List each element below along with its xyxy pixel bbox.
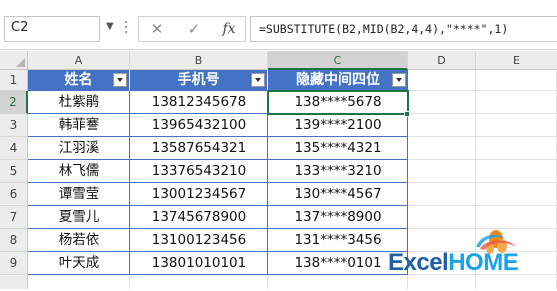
column-header-c[interactable]: C xyxy=(268,51,408,70)
cell-a4[interactable]: 江羽溪 xyxy=(28,137,130,160)
cell-c6[interactable]: 130****4567 xyxy=(268,183,408,206)
column-header-a[interactable]: A xyxy=(28,51,130,70)
column-header-d[interactable]: D xyxy=(408,51,476,70)
cancel-icon[interactable]: ✕ xyxy=(146,18,168,40)
selected-cell-outline xyxy=(267,90,409,115)
cell-b5[interactable]: 13376543210 xyxy=(130,160,268,183)
row-header-8[interactable]: 8 xyxy=(0,229,28,252)
fill-handle[interactable] xyxy=(404,111,410,117)
logo-wordmark: ExcelHOME xyxy=(388,249,519,277)
drag-handle-icon[interactable] xyxy=(124,18,128,40)
name-box-dropdown-icon[interactable]: ▼ xyxy=(106,21,114,32)
row-header-3[interactable]: 3 xyxy=(0,114,28,137)
logo-text-home: HOME xyxy=(448,249,519,276)
filter-dropdown-icon[interactable] xyxy=(113,73,127,87)
cell-a7[interactable]: 夏雪儿 xyxy=(28,206,130,229)
enter-icon[interactable]: ✓ xyxy=(183,18,205,40)
gridline xyxy=(408,205,557,206)
header-cell-phone[interactable]: 手机号 xyxy=(130,70,268,91)
logo-text-excel: Excel xyxy=(388,249,449,276)
insert-function-button[interactable]: fx xyxy=(218,18,240,40)
row-header-6[interactable]: 6 xyxy=(0,183,28,206)
table-border xyxy=(28,136,408,137)
column-header-e[interactable]: E xyxy=(476,51,557,70)
row-header-2[interactable]: 2 xyxy=(0,91,28,114)
cell-b6[interactable]: 13001234567 xyxy=(130,183,268,206)
select-all-button[interactable] xyxy=(0,51,28,70)
row-header-7[interactable]: 7 xyxy=(0,206,28,229)
gridline xyxy=(408,90,557,91)
table-border xyxy=(28,274,408,275)
table-border xyxy=(28,182,408,183)
row-header-4[interactable]: 4 xyxy=(0,137,28,160)
cell-c5[interactable]: 133****3210 xyxy=(268,160,408,183)
gridline xyxy=(267,275,268,289)
table-border xyxy=(267,91,268,275)
cell-b3[interactable]: 13965432100 xyxy=(130,114,268,137)
cell-b2[interactable]: 13812345678 xyxy=(130,91,268,114)
formula-input[interactable]: =SUBSTITUTE(B2,MID(B2,4,4),"****",1) xyxy=(250,16,557,42)
cell-a9[interactable]: 叶天成 xyxy=(28,252,130,275)
column-header-b[interactable]: B xyxy=(130,51,268,70)
header-cell-name[interactable]: 姓名 xyxy=(28,70,130,91)
cell-b9[interactable]: 13801010101 xyxy=(130,252,268,275)
cell-a2[interactable]: 杜紫鹃 xyxy=(28,91,130,114)
gridline xyxy=(408,136,557,137)
row-header-5[interactable]: 5 xyxy=(0,160,28,183)
cell-a6[interactable]: 谭雪莹 xyxy=(28,183,130,206)
gridline xyxy=(408,113,557,114)
gridline xyxy=(408,182,557,183)
header-label: 手机号 xyxy=(177,72,220,88)
header-label: 姓名 xyxy=(64,72,93,88)
name-box[interactable]: C2 xyxy=(4,16,100,42)
cell-c4[interactable]: 135****4321 xyxy=(268,137,408,160)
table-border xyxy=(28,228,408,229)
filter-dropdown-icon[interactable] xyxy=(392,73,406,87)
gridline xyxy=(408,159,557,160)
cell-b4[interactable]: 13587654321 xyxy=(130,137,268,160)
table-border xyxy=(28,205,408,206)
header-label: 隐藏中间四位 xyxy=(296,72,380,88)
table-border xyxy=(129,91,130,275)
cell-c3[interactable]: 139****2100 xyxy=(268,114,408,137)
cell-a8[interactable]: 杨若依 xyxy=(28,229,130,252)
table-border xyxy=(28,159,408,160)
header-cell-masked[interactable]: 隐藏中间四位 xyxy=(268,70,408,91)
cell-b8[interactable]: 13100123456 xyxy=(130,229,268,252)
cell-b7[interactable]: 13745678900 xyxy=(130,206,268,229)
row-header-10[interactable] xyxy=(0,275,28,289)
table-border xyxy=(28,251,408,252)
excelhome-logo: ExcelHOME xyxy=(384,225,556,287)
cell-a5[interactable]: 林飞儒 xyxy=(28,160,130,183)
filter-dropdown-icon[interactable] xyxy=(251,73,265,87)
row-header-9[interactable]: 9 xyxy=(0,252,28,275)
row-header-1[interactable]: 1 xyxy=(0,70,28,91)
cell-a3[interactable]: 韩菲謇 xyxy=(28,114,130,137)
gridline xyxy=(129,275,130,289)
